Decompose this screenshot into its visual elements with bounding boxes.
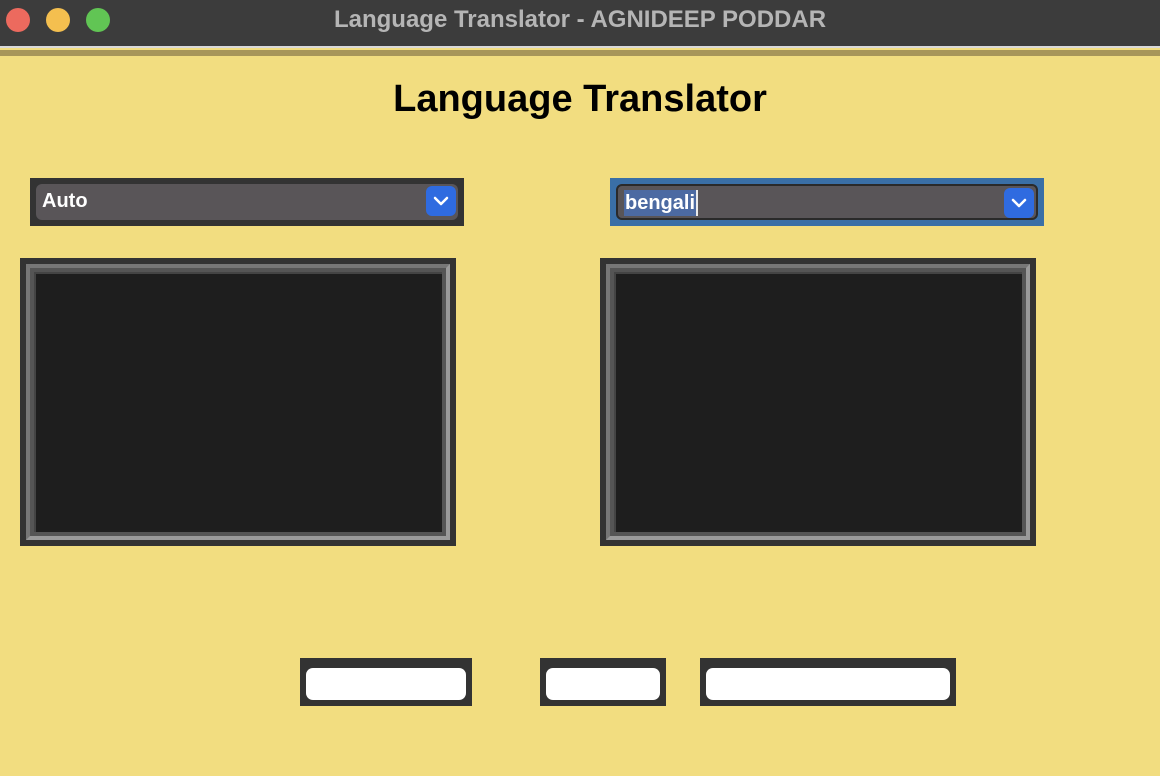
title-bar[interactable]: Language Translator - AGNIDEEP PODDAR: [0, 0, 1160, 48]
title-separator: [0, 50, 1160, 56]
window-title: Language Translator - AGNIDEEP PODDAR: [333, 6, 827, 33]
source-language-field[interactable]: Auto: [36, 184, 458, 220]
input-text-border: [26, 264, 450, 540]
source-language-dropdown[interactable]: Auto: [30, 178, 464, 226]
button-frame-1: [300, 658, 472, 706]
output-text-area[interactable]: [614, 272, 1022, 532]
output-text-frame: [600, 258, 1036, 546]
source-language-value: Auto: [42, 190, 88, 212]
action-button-2[interactable]: [546, 668, 660, 700]
target-language-dropdown[interactable]: bengali: [610, 178, 1044, 226]
target-language-field[interactable]: bengali: [616, 184, 1038, 220]
chevron-down-icon[interactable]: [426, 186, 456, 216]
app-window: Language Translator - AGNIDEEP PODDAR La…: [0, 0, 1160, 776]
output-text-border: [606, 264, 1030, 540]
target-language-value: bengali: [624, 190, 699, 216]
action-button-1[interactable]: [306, 668, 466, 700]
page-title: Language Translator: [393, 78, 767, 120]
input-text-area[interactable]: [34, 272, 442, 532]
chevron-down-icon[interactable]: [1004, 188, 1034, 218]
button-frame-3: [700, 658, 956, 706]
button-frame-2: [540, 658, 666, 706]
action-button-3[interactable]: [706, 668, 950, 700]
input-text-frame: [20, 258, 456, 546]
